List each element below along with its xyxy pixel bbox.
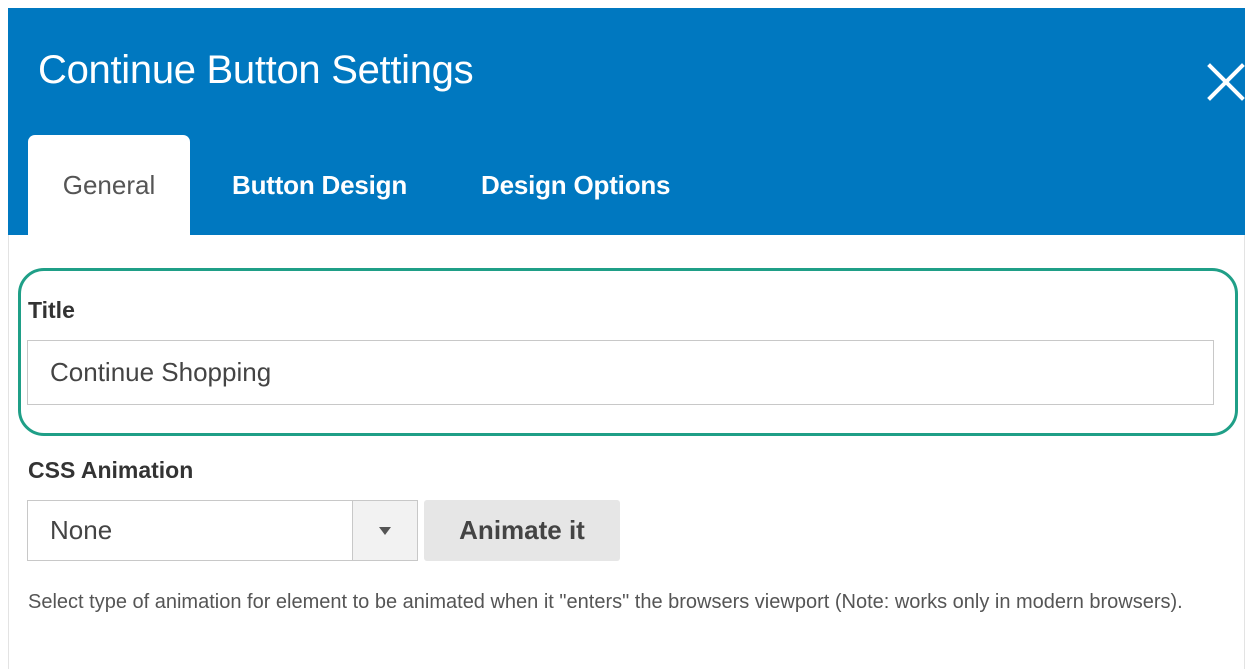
css-animation-select[interactable]: None — [27, 500, 418, 561]
title-label: Title — [28, 297, 75, 323]
modal-title: Continue Button Settings — [38, 48, 474, 92]
close-icon — [1207, 63, 1245, 101]
close-button[interactable] — [1202, 58, 1245, 106]
tab-general[interactable]: General — [28, 135, 190, 235]
modal-header: Continue Button Settings General Button … — [8, 8, 1245, 235]
settings-page: Continue Button Settings General Button … — [0, 0, 1245, 669]
css-animation-help-text: Select type of animation for element to … — [28, 591, 1183, 613]
tab-design-options[interactable]: Design Options — [481, 135, 671, 235]
tab-button-design[interactable]: Button Design — [232, 135, 407, 235]
title-input[interactable] — [27, 340, 1214, 405]
animate-it-button[interactable]: Animate it — [424, 500, 620, 561]
css-animation-selected-value: None — [50, 515, 113, 545]
css-animation-label: CSS Animation — [28, 457, 194, 483]
select-arrow-button[interactable] — [352, 501, 417, 560]
chevron-down-icon — [379, 527, 391, 535]
